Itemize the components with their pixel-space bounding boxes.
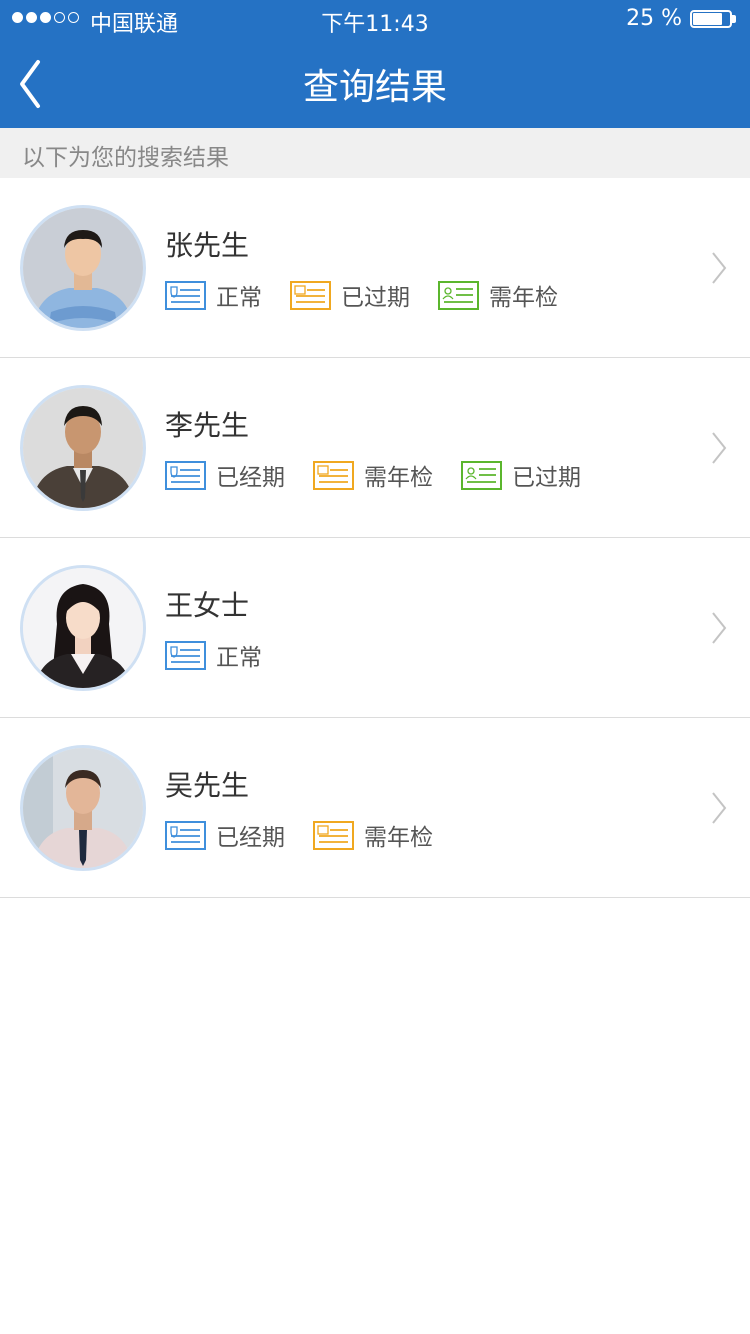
person-name: 张先生 (165, 229, 250, 262)
navigation-bar: 查询结果 (0, 40, 750, 128)
id-card-money-icon (313, 460, 354, 490)
status-badge: 需年检 (313, 458, 433, 492)
results-list: 张先生 正常 已过期 需年检 李先生 已经期 需年检 已过期 王女士 正常 吴先… (0, 178, 750, 898)
badge-label: 正常 (216, 645, 262, 671)
chevron-right-icon (712, 612, 727, 644)
chevron-left-icon (20, 60, 40, 108)
avatar (20, 385, 146, 511)
person-name: 李先生 (165, 409, 250, 442)
badge-label: 正常 (216, 285, 262, 311)
result-row[interactable]: 吴先生 已经期 需年检 (0, 718, 750, 898)
status-badges: 已经期 需年检 (165, 818, 461, 852)
battery-icon (690, 10, 732, 28)
status-badge: 需年检 (438, 278, 558, 312)
status-badge: 已经期 (165, 458, 285, 492)
id-card-shield-icon (165, 640, 206, 670)
chevron-right-icon (712, 252, 727, 284)
status-badge: 正常 (165, 638, 262, 672)
id-card-money-icon (313, 820, 354, 850)
status-badge: 已过期 (290, 278, 410, 312)
chevron-right-icon (712, 432, 727, 464)
status-badges: 正常 (165, 638, 290, 672)
badge-label: 已过期 (341, 285, 410, 311)
result-row[interactable]: 张先生 正常 已过期 需年检 (0, 178, 750, 358)
avatar (20, 205, 146, 331)
person-name: 王女士 (165, 589, 250, 622)
badge-label: 需年检 (489, 285, 558, 311)
id-card-person-icon (438, 280, 479, 310)
id-card-shield-icon (165, 280, 206, 310)
page-title: 查询结果 (302, 67, 447, 108)
id-card-person-icon (461, 460, 502, 490)
badge-label: 已经期 (216, 825, 285, 851)
results-subtitle: 以下为您的搜索结果 (22, 145, 229, 171)
status-badge: 已经期 (165, 818, 285, 852)
app-header: 中国联通 下午11:43 25 % 查询结果 (0, 0, 750, 128)
avatar (20, 745, 146, 871)
id-card-shield-icon (165, 820, 206, 850)
badge-label: 已经期 (216, 465, 285, 491)
badge-label: 已过期 (512, 465, 581, 491)
battery-fill (693, 13, 722, 25)
subtitle-band: 以下为您的搜索结果 (0, 128, 750, 178)
result-row[interactable]: 王女士 正常 (0, 538, 750, 718)
status-badge: 正常 (165, 278, 262, 312)
status-badge: 已过期 (461, 458, 581, 492)
chevron-right-icon (712, 792, 727, 824)
avatar (20, 565, 146, 691)
status-badge: 需年检 (313, 818, 433, 852)
status-badges: 已经期 需年检 (165, 458, 609, 492)
status-badges: 正常 已过期 需年检 (165, 278, 586, 312)
result-row[interactable]: 李先生 已经期 需年检 已过期 (0, 358, 750, 538)
battery-percent: 25 % (626, 6, 682, 31)
id-card-money-icon (290, 280, 331, 310)
person-name: 吴先生 (165, 769, 250, 802)
back-button[interactable] (12, 56, 62, 112)
badge-label: 需年检 (364, 825, 433, 851)
battery-cap (732, 15, 736, 23)
status-bar: 中国联通 下午11:43 25 % (0, 0, 750, 40)
id-card-shield-icon (165, 460, 206, 490)
badge-label: 需年检 (364, 465, 433, 491)
